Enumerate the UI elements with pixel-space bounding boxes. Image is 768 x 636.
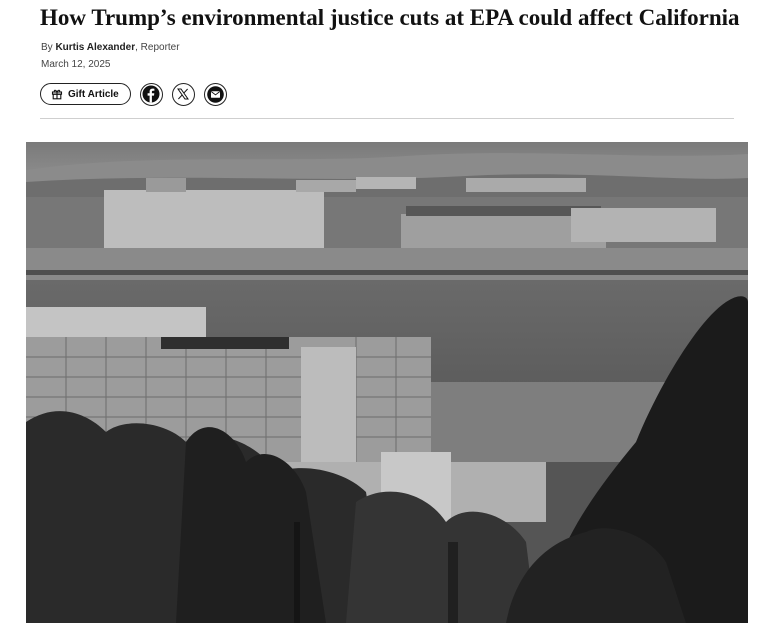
author-role: Reporter [140,42,180,53]
publish-date: March 12, 2025 [41,59,111,70]
article-headline: How Trump’s environmental justice cuts a… [40,5,740,30]
share-toolbar: Gift Article [40,82,227,106]
gift-icon [51,88,63,100]
email-share-button[interactable] [203,82,227,106]
x-share-button[interactable] [171,82,195,106]
facebook-share-button[interactable] [139,82,163,106]
header-divider [40,118,734,119]
article-photo [26,142,748,623]
byline: By Kurtis Alexander, Reporter [41,42,180,53]
gift-article-label: Gift Article [68,88,119,100]
byline-prefix: By [41,42,53,53]
facebook-icon [140,83,162,105]
x-icon [177,88,190,100]
author-link[interactable]: Kurtis Alexander [55,42,135,53]
gift-article-button[interactable]: Gift Article [40,83,131,105]
mail-icon [205,84,226,105]
